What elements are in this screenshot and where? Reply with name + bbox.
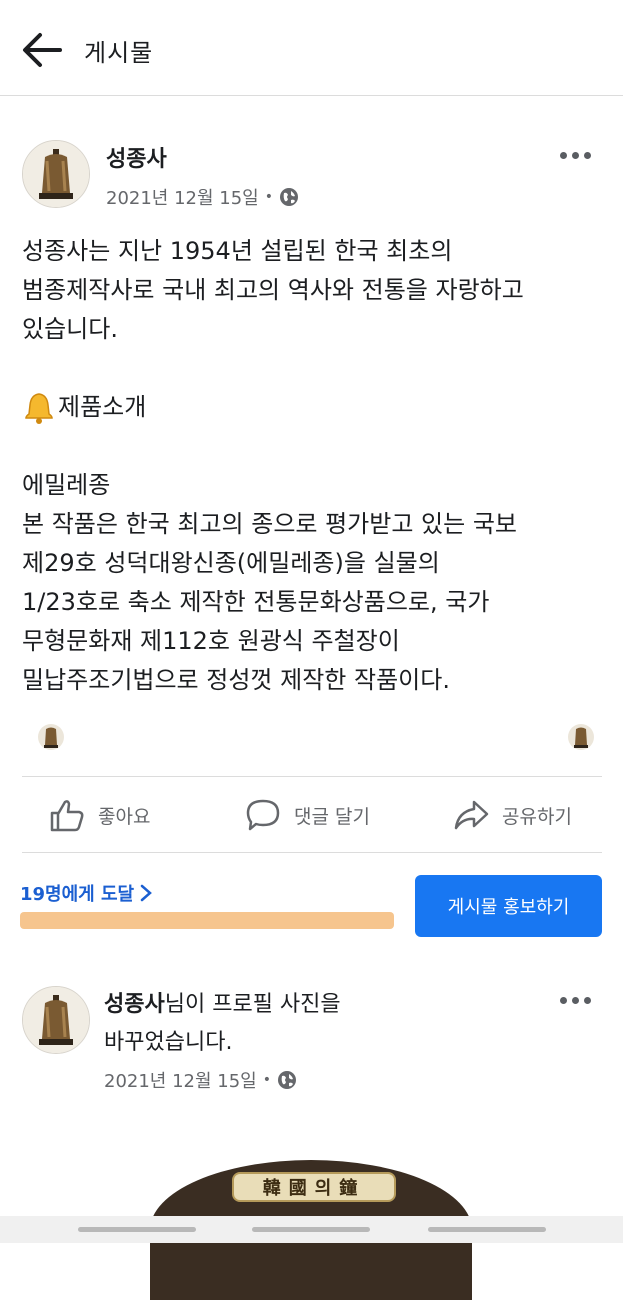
product-line: 본 작품은 한국 최고의 종으로 평가받고 있는 국보 [22,510,518,538]
globe-icon[interactable] [279,187,299,207]
product-name: 에밀레종 [22,471,111,499]
more-horizontal-icon[interactable] [558,988,594,1012]
post-date[interactable]: 2021년 12월 15일 [106,184,259,210]
post2-date[interactable]: 2021년 12월 15일 [104,1067,257,1093]
divider [22,852,602,853]
avatar[interactable] [22,140,90,208]
share-button[interactable]: 공유하기 [452,796,572,834]
product-line: 밀납주조기법으로 정성껏 제작한 작품이다. [22,666,450,694]
post-author[interactable]: 성종사 [106,141,167,173]
bell-icon [25,393,53,424]
more-horizontal-icon[interactable] [558,143,594,167]
reach-progress-bar [20,912,394,929]
comment-button[interactable]: 댓글 달기 [244,796,370,834]
comment-icon [246,799,280,831]
nav-handle[interactable] [252,1227,370,1232]
post-line: 범종제작사로 국내 최고의 역사와 전통을 자랑하고 [22,276,524,304]
boost-post-button[interactable]: 게시물 홍보하기 [415,875,602,937]
chevron-right-icon [140,884,153,902]
post2-action-line2: 바꾸었습니다. [104,1030,233,1055]
nav-handle[interactable] [428,1227,546,1232]
thumbs-up-icon [50,800,84,832]
share-icon [454,800,489,830]
post-line: 성종사는 지난 1954년 설립된 한국 최초의 [22,237,453,265]
bell-thumbnail-icon[interactable] [568,722,594,752]
reach-text: 19명에게 도달 [20,884,135,905]
arrow-left-icon[interactable] [20,30,64,70]
post-body: 성종사는 지난 1954년 설립된 한국 최초의 범종제작사로 국내 최고의 역… [22,232,524,700]
share-label: 공유하기 [502,805,572,828]
system-navigation-bar [0,1216,623,1243]
post-line: 있습니다. [22,315,118,343]
product-line: 1/23호로 축소 제작한 전통문화상품으로, 국가 [22,588,490,616]
avatar[interactable] [22,986,90,1054]
post2-action-line1: 님이 프로필 사진을 [164,992,341,1017]
globe-icon[interactable] [277,1070,297,1090]
bell-thumbnail-icon[interactable] [38,722,64,752]
like-button[interactable]: 좋아요 [48,796,150,834]
divider [22,776,602,777]
comment-label: 댓글 달기 [294,805,370,828]
post-meta: 2021년 12월 15일 • [106,184,299,210]
product-line: 제29호 성덕대왕신종(에밀레종)을 실물의 [22,549,440,577]
profile-update-text: 성종사님이 프로필 사진을 바꾸었습니다. [104,986,341,1062]
post2-author[interactable]: 성종사 [104,992,165,1017]
section-heading-row: 제품소개 [22,388,524,427]
reach-link[interactable]: 19명에게 도달 [20,880,153,906]
post2-meta: 2021년 12월 15일 • [104,1067,297,1093]
separator-dot: • [262,1072,272,1088]
nav-handle[interactable] [78,1227,196,1232]
page-title: 게시물 [84,39,154,67]
photo-plate-text: 韓國의鐘 [232,1172,396,1202]
separator-dot: • [264,189,274,205]
product-line: 무형문화재 제112호 원광식 주철장이 [22,627,400,655]
like-label: 좋아요 [98,805,151,828]
section-heading: 제품소개 [58,393,147,421]
top-app-bar: 게시물 [0,0,623,96]
